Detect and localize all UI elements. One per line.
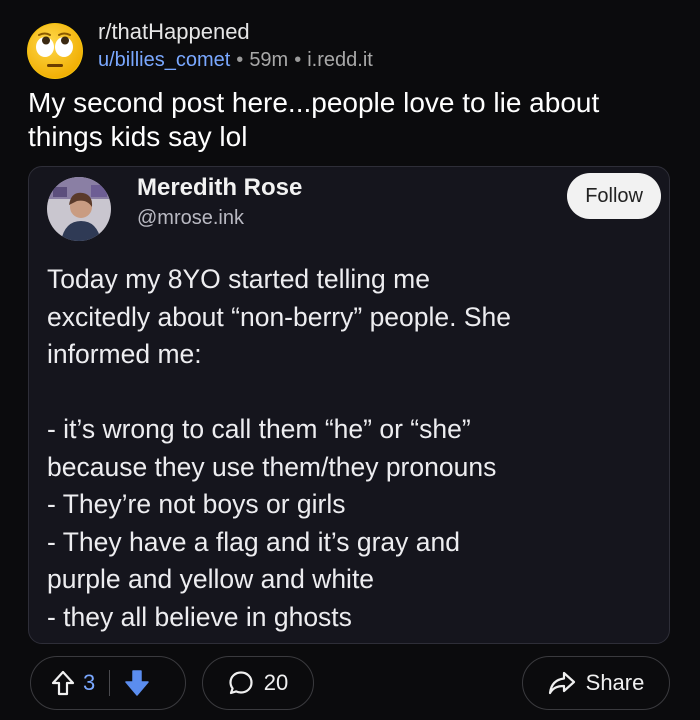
tweet-text: Today my 8YO started telling me excitedl… bbox=[47, 261, 657, 636]
author-username[interactable]: u/billies_comet bbox=[98, 49, 230, 71]
comment-bubble-icon bbox=[229, 671, 253, 695]
tweet-line: excitedly about “non-berry” people. She bbox=[47, 301, 512, 332]
post-age: 59m bbox=[249, 49, 289, 71]
vote-bar: 3 bbox=[30, 656, 186, 710]
tweet-line: Today my 8YO started telling me bbox=[47, 264, 430, 294]
tweet-line: purple and yellow and white bbox=[47, 564, 375, 594]
share-label: Share bbox=[585, 670, 645, 695]
tweet-line: - They have a flag and it’s gray and bbox=[47, 526, 460, 557]
rolling-eyes-emoji-icon bbox=[27, 23, 83, 79]
post-meta: r/thatHappened u/billies_comet • 59m • i.red… bbox=[98, 18, 373, 74]
post-image-tweet[interactable]: Meredith Rose @mrose.ink Follow Today my… bbox=[28, 166, 670, 644]
downvote-arrow-icon bbox=[125, 670, 149, 696]
tweet-blank-line bbox=[47, 374, 657, 412]
subreddit-name[interactable]: r/thatHappened bbox=[98, 18, 373, 46]
comments-button[interactable]: 20 bbox=[202, 656, 314, 710]
tweet-author-name: Meredith Rose bbox=[137, 174, 303, 201]
subreddit-avatar[interactable] bbox=[26, 22, 84, 80]
tweet-line: because they use them/they pronouns bbox=[47, 451, 497, 482]
meta-separator: • bbox=[236, 49, 244, 71]
tweet-line: informed me: bbox=[47, 339, 202, 369]
follow-button: Follow bbox=[567, 173, 661, 219]
tweet-author-handle: @mrose.ink bbox=[137, 207, 244, 229]
post-domain[interactable]: i.redd.it bbox=[307, 49, 373, 71]
tweet-line: - they all believe in ghosts bbox=[47, 601, 352, 632]
upvote-arrow-icon bbox=[51, 670, 75, 696]
post-meta-line: u/billies_comet • 59m • i.redd.it bbox=[98, 46, 373, 74]
tweet-line: - it’s wrong to call them “he” or “she” bbox=[47, 414, 471, 444]
profile-photo-icon bbox=[47, 177, 111, 241]
tweet-author-avatar bbox=[47, 177, 111, 241]
share-arrow-icon bbox=[548, 671, 575, 695]
post-header: r/thatHappened u/billies_comet • 59m • i.red… bbox=[26, 18, 676, 80]
share-button[interactable]: Share bbox=[522, 656, 670, 710]
meta-separator: • bbox=[294, 49, 302, 71]
comment-count: 20 bbox=[263, 670, 289, 695]
vote-count: 3 bbox=[83, 670, 96, 695]
post-title[interactable]: My second post here...people love to lie… bbox=[28, 86, 668, 154]
vote-divider bbox=[109, 670, 111, 696]
upvote-button[interactable] bbox=[51, 670, 75, 696]
downvote-button[interactable] bbox=[124, 669, 150, 697]
tweet-line: - They’re not boys or girls bbox=[47, 489, 346, 519]
